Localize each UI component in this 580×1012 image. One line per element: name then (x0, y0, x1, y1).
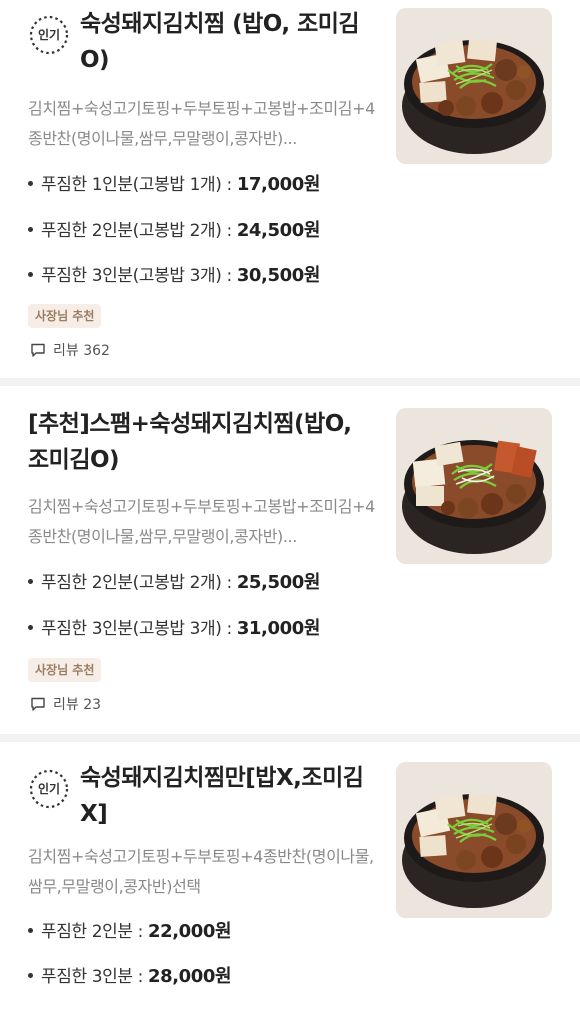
menu-description: 김치찜+숙성고기토핑+두부토핑+4종반찬(명이나물,쌈무,무말랭이,콩자반)선택 (28, 847, 374, 896)
badge-label: 인기 (37, 782, 61, 796)
option-price: 31,000원 (236, 618, 321, 639)
section-divider (0, 734, 580, 742)
menu-photo[interactable] (396, 762, 552, 918)
bullet-dot-icon (28, 973, 33, 978)
owner-recommend-tag: 사장님 추천 (28, 658, 102, 682)
kimchi-jjim-bowl-image (396, 762, 552, 918)
menu-title-row: 인기 숙성돼지김치찜 (밥O, 조미김O) (28, 6, 380, 78)
spam-kimchi-jjim-bowl-image (396, 408, 552, 564)
option-price: 24,500원 (236, 220, 321, 241)
option-price: 30,500원 (236, 265, 321, 286)
option-price: 17,000원 (236, 174, 321, 195)
menu-option: 푸짐한 2인분(고봉밥 2개) : 25,500원 (28, 571, 320, 595)
bullet-dot-icon (28, 181, 33, 186)
menu-option: 푸짐한 1인분(고봉밥 1개) : 17,000원 (28, 173, 320, 197)
section-divider (0, 378, 580, 386)
review-count: 리뷰 362 (30, 340, 110, 360)
menu-title-row: [추천]스팸+숙성돼지김치찜(밥O, 조미김O) (28, 406, 378, 478)
option-price: 25,500원 (236, 572, 321, 593)
popular-badge: 인기 (28, 768, 70, 810)
speech-bubble-icon (31, 697, 45, 711)
menu-item[interactable]: 인기 숙성돼지김치찜만[밥X,조미김X] 김치찜+숙성고기토핑+두부토핑+4종반… (0, 742, 580, 1012)
menu-photo[interactable] (396, 8, 552, 164)
menu-option: 푸짐한 2인분 : 22,000원 (28, 920, 232, 944)
menu-title-row: 인기 숙성돼지김치찜만[밥X,조미김X] (28, 760, 380, 832)
bullet-dot-icon (28, 579, 33, 584)
kimchi-jjim-bowl-image (396, 8, 552, 164)
option-label: 푸짐한 3인분(고봉밥 3개) : (41, 619, 237, 639)
option-label: 푸짐한 2인분(고봉밥 2개) : (41, 221, 237, 241)
bullet-dot-icon (28, 272, 33, 277)
popular-badge: 인기 (28, 14, 70, 56)
option-label: 푸짐한 3인분 : (41, 967, 148, 987)
badge-label: 인기 (37, 28, 61, 42)
bullet-dot-icon (28, 625, 33, 630)
option-label: 푸짐한 2인분(고봉밥 2개) : (41, 573, 237, 593)
menu-option: 푸짐한 2인분(고봉밥 2개) : 24,500원 (28, 219, 320, 243)
option-price: 28,000원 (147, 966, 232, 987)
menu-option: 푸짐한 3인분 : 28,000원 (28, 965, 232, 989)
menu-title: 숙성돼지김치찜 (밥O, 조미김O) (80, 11, 360, 73)
option-price: 22,000원 (147, 921, 232, 942)
menu-description: 김치찜+숙성고기토핑+두부토핑+고봉밥+조미김+4종반찬(명이나물,쌈무,무말랭… (28, 497, 375, 546)
menu-title: [추천]스팸+숙성돼지김치찜(밥O, 조미김O) (28, 411, 352, 473)
bullet-dot-icon (28, 227, 33, 232)
option-label: 푸짐한 1인분(고봉밥 1개) : (41, 175, 237, 195)
option-label: 푸짐한 3인분(고봉밥 3개) : (41, 266, 237, 286)
option-label: 푸짐한 2인분 : (41, 922, 148, 942)
speech-bubble-icon (31, 343, 45, 357)
menu-option: 푸짐한 3인분(고봉밥 3개) : 31,000원 (28, 617, 320, 641)
owner-recommend-tag: 사장님 추천 (28, 304, 102, 328)
review-label: 리뷰 362 (53, 343, 110, 359)
menu-item[interactable]: [추천]스팸+숙성돼지김치찜(밥O, 조미김O) 김치찜+숙성고기토핑+두부토핑… (0, 386, 580, 734)
menu-item[interactable]: 인기 숙성돼지김치찜 (밥O, 조미김O) 김치찜+숙성고기토핑+두부토핑+고봉… (0, 0, 580, 378)
review-count: 리뷰 23 (30, 694, 101, 714)
menu-option: 푸짐한 3인분(고봉밥 3개) : 30,500원 (28, 264, 320, 288)
menu-title: 숙성돼지김치찜만[밥X,조미김X] (80, 765, 364, 827)
bullet-dot-icon (28, 928, 33, 933)
menu-description: 김치찜+숙성고기토핑+두부토핑+고봉밥+조미김+4종반찬(명이나물,쌈무,무말랭… (28, 99, 375, 148)
menu-photo[interactable] (396, 408, 552, 564)
review-label: 리뷰 23 (53, 697, 102, 713)
